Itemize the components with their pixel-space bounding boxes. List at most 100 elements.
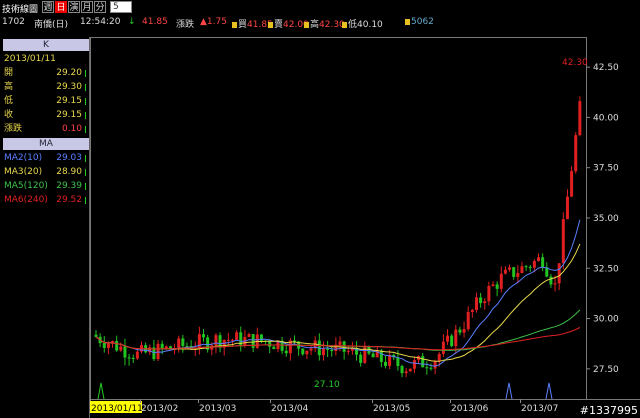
candle-body: [495, 284, 499, 289]
candle-body: [421, 356, 425, 368]
stock-code: 1702: [2, 17, 25, 27]
candle-body: [512, 267, 516, 277]
ma-row-label: MA5(120): [4, 181, 48, 191]
k-row-value: 29.20: [56, 68, 82, 78]
candle-body: [235, 332, 239, 340]
candle-body: [388, 354, 392, 366]
k-row-label: 低: [4, 96, 14, 106]
candle-body: [160, 343, 164, 349]
candle-body: [268, 341, 272, 347]
x-tick-label: 2013/01/11: [91, 404, 143, 414]
candle-body: [371, 353, 375, 358]
k-row-label: 開: [4, 68, 14, 78]
x-tick-label: 2013/06: [451, 404, 489, 414]
candle-body: [578, 101, 582, 136]
price-chart[interactable]: 42.50 40.00 37.50 35.00 32.50 30.00 27.50 2013/…: [90, 37, 640, 418]
candle-body: [528, 266, 532, 268]
candle-body: [383, 361, 387, 366]
x-tick-label: 2013/05: [373, 404, 410, 414]
info-panel: K 2013/01/11 開 29.20 高 29.30 低 29.15 收 29.15…: [0, 37, 90, 418]
candle-body: [396, 357, 400, 367]
k-row-change: 漲跌 0.10: [4, 123, 86, 135]
period-minute-button[interactable]: 分: [94, 1, 106, 13]
stock-name: 南僑(日): [34, 20, 69, 30]
x-tick-label: 2013/03: [199, 404, 236, 414]
k-panel-header: K: [3, 39, 89, 51]
candle-body: [131, 357, 135, 359]
ma-row-value: 29.39: [56, 181, 82, 191]
down-arrow-icon: ↓: [128, 17, 136, 27]
candle-body: [508, 267, 512, 270]
volume-value: 5062: [411, 17, 434, 27]
candle-body: [127, 357, 131, 359]
candle-body: [284, 350, 288, 354]
k-row-label: 漲跌: [4, 124, 23, 134]
candle-body: [537, 257, 541, 261]
ma-row-ma6: MA6(240) 29.52: [4, 194, 86, 206]
candle-body: [119, 346, 123, 351]
toolbar: 技術線圖 週 日 演 月 分 5: [0, 0, 640, 15]
candle-body: [483, 301, 487, 304]
ma-row-ma3: MA3(20) 28.90: [4, 166, 86, 178]
candle-body: [425, 367, 429, 369]
ma-row-label: MA6(240): [4, 195, 48, 205]
candle-body: [474, 297, 478, 310]
period-demo-button[interactable]: 演: [68, 1, 80, 13]
volume-field: 5062: [405, 17, 434, 27]
y-tick-label: 42.50: [593, 63, 619, 73]
candle-body: [491, 284, 495, 286]
ma-row-label: MA2(10): [4, 153, 43, 163]
signal-marker: [545, 382, 553, 400]
candle-body: [342, 341, 346, 352]
candle-body: [561, 219, 565, 264]
candle-body: [524, 266, 528, 268]
high-value: 42.30: [319, 20, 345, 30]
candle-body: [309, 348, 313, 351]
candle-body: [499, 273, 503, 289]
candle-body: [230, 339, 234, 341]
candle-body: [326, 348, 330, 350]
y-tick-label: 37.50: [593, 164, 619, 174]
period-month-button[interactable]: 月: [81, 1, 93, 13]
period-week-button[interactable]: 週: [42, 1, 54, 13]
k-row-low: 低 29.15: [4, 95, 86, 107]
ma-panel-header: MA: [3, 138, 89, 150]
y-tick-label: 40.00: [593, 113, 619, 123]
candle-body: [94, 334, 98, 337]
candle-body: [574, 135, 578, 172]
candle-body: [272, 346, 276, 350]
low-annotation: 27.10: [314, 380, 340, 390]
candle-body: [123, 346, 127, 358]
candle-body: [437, 353, 441, 362]
candle-body: [404, 371, 408, 374]
candle-body: [226, 339, 230, 341]
candle-body: [181, 338, 185, 346]
sell-field: 賣42.00: [268, 17, 309, 30]
candle-body: [400, 366, 404, 374]
buy-field: 買41.85: [232, 17, 273, 30]
candle-body: [462, 329, 466, 333]
y-tick-label: 35.00: [593, 214, 619, 224]
k-row-value: 29.15: [56, 110, 82, 120]
period-day-button[interactable]: 日: [55, 1, 67, 13]
ma-line-ma3-20-: [95, 243, 581, 362]
k-row-high: 高 29.30: [4, 81, 86, 93]
y-tick-label: 27.50: [593, 365, 619, 375]
x-tick-label: 2013/02: [141, 404, 178, 414]
candle-body: [570, 171, 574, 197]
k-row-value: 29.30: [56, 82, 82, 92]
candle-body: [214, 335, 218, 346]
candle-body: [330, 349, 334, 352]
candlestick-chart[interactable]: 42.50 40.00 37.50 35.00 32.50 30.00 27.50 2013/…: [90, 37, 640, 418]
ma-row-ma2: MA2(10) 29.03: [4, 152, 86, 164]
low-label: 低: [348, 20, 358, 30]
y-tick-label: 32.50: [593, 264, 619, 274]
candle-body: [470, 309, 474, 312]
quote-time: 12:54:20: [80, 17, 121, 27]
change-label: 漲跌: [176, 20, 195, 30]
candle-body: [503, 269, 507, 274]
candle-body: [156, 343, 160, 360]
interval-select[interactable]: 5: [110, 1, 132, 13]
ma-row-value: 29.03: [56, 153, 82, 163]
candle-body: [565, 196, 569, 220]
